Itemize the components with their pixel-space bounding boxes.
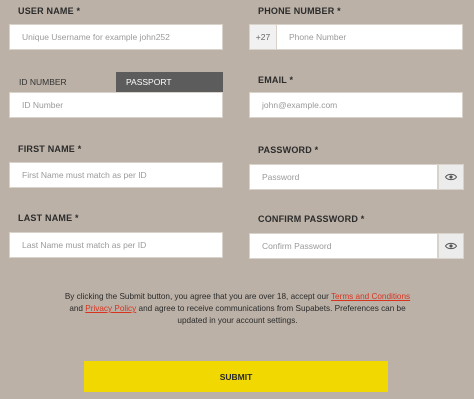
phone-label: PHONE NUMBER * [258, 6, 341, 16]
consent-text-part: By clicking the Submit button, you agree… [64, 292, 331, 301]
consent-text-part: and agree to receive communications from… [136, 304, 406, 325]
submit-button[interactable]: SUBMIT [84, 361, 388, 392]
tab-passport[interactable]: PASSPORT [116, 72, 223, 92]
eye-icon [444, 237, 458, 255]
username-label: USER NAME * [18, 6, 81, 16]
confirm-password-input[interactable]: Confirm Password [249, 233, 438, 259]
country-code-prefix[interactable]: +27 [249, 24, 277, 50]
first-name-label: FIRST NAME * [18, 144, 82, 154]
privacy-policy-link[interactable]: Privacy Policy [85, 304, 136, 313]
password-visibility-toggle[interactable] [438, 164, 464, 190]
password-label: PASSWORD * [258, 145, 319, 155]
last-name-label: LAST NAME * [18, 213, 79, 223]
consent-text: By clicking the Submit button, you agree… [60, 291, 415, 327]
phone-input[interactable]: Phone Number [276, 24, 463, 50]
eye-icon [444, 168, 458, 186]
consent-text-part: and [69, 304, 86, 313]
confirm-password-visibility-toggle[interactable] [438, 233, 464, 259]
username-input[interactable]: Unique Username for example john252 [9, 24, 223, 50]
first-name-input[interactable]: First Name must match as per ID [9, 162, 223, 188]
terms-link[interactable]: Terms and Conditions [331, 292, 410, 301]
last-name-input[interactable]: Last Name must match as per ID [9, 232, 223, 258]
confirm-password-label: CONFIRM PASSWORD * [258, 214, 365, 224]
id-number-input[interactable]: ID Number [9, 92, 223, 118]
tab-id-number[interactable]: ID NUMBER [9, 72, 116, 92]
password-input[interactable]: Password [249, 164, 438, 190]
email-input[interactable]: john@example.com [249, 92, 463, 118]
email-label: EMAIL * [258, 75, 294, 85]
